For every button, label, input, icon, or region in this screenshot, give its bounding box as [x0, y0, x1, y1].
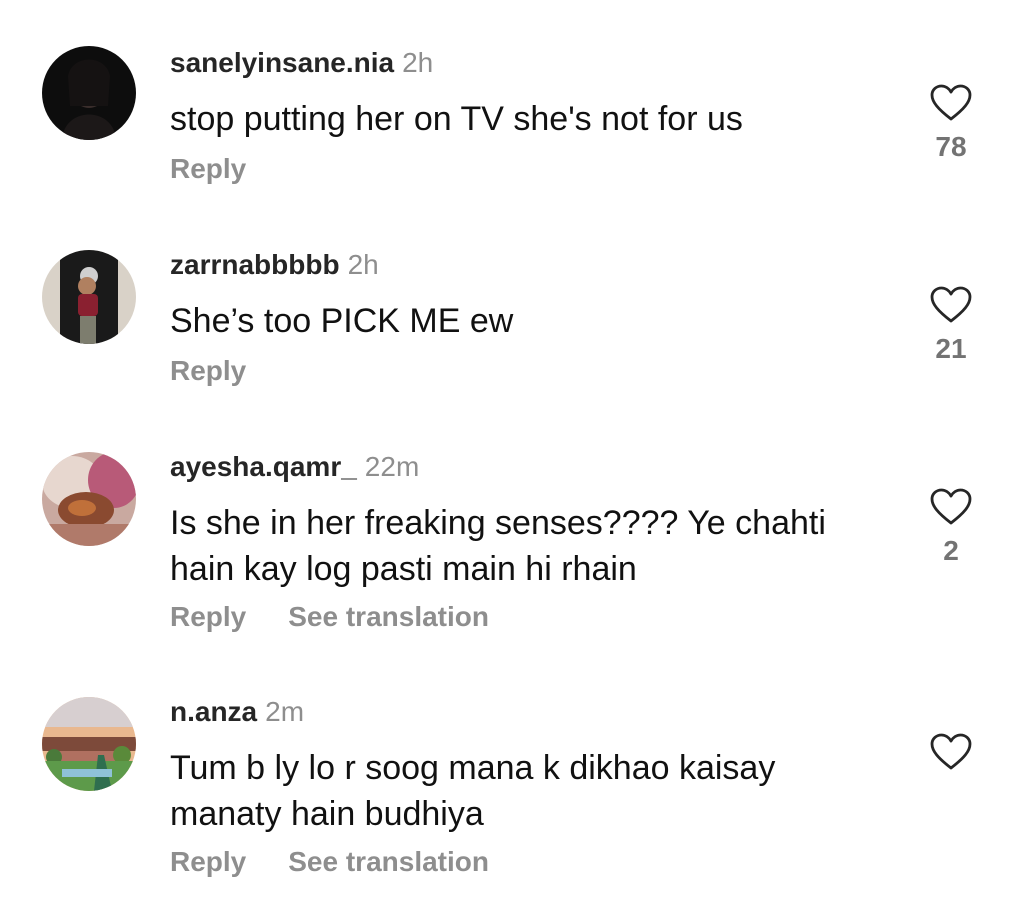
timestamp: 2h [347, 249, 379, 280]
comment-actions: Reply [170, 152, 246, 186]
timestamp: 2h [402, 47, 434, 78]
username-link[interactable]: ayesha.qamr_ [170, 451, 357, 482]
timestamp: 2m [265, 696, 305, 727]
heart-outline-icon[interactable] [930, 84, 972, 122]
like-control: 78 [930, 84, 972, 162]
comment-actions: Reply See translation [170, 600, 489, 634]
heart-outline-icon[interactable] [930, 488, 972, 526]
avatar[interactable] [42, 452, 136, 546]
comment-header: n.anza 2m [170, 695, 304, 729]
heart-outline-icon[interactable] [930, 733, 972, 771]
comment-text: Tum b ly lo r soog mana k dikhao kaisay … [170, 749, 776, 833]
timestamp: 22m [364, 451, 420, 482]
like-count: 2 [943, 535, 959, 566]
reply-button[interactable]: Reply [170, 355, 246, 386]
comment-header: zarrnabbbbb 2h [170, 248, 379, 282]
like-control [930, 733, 972, 771]
comment-header: sanelyinsane.nia 2h [170, 46, 433, 80]
comment-actions: Reply [170, 354, 246, 388]
like-control: 2 [930, 488, 972, 566]
like-count: 78 [935, 131, 967, 162]
comment-text: She’s too PICK ME ew [170, 302, 514, 340]
comment-text: Is she in her freaking senses???? Ye cha… [170, 504, 826, 588]
comment-text: stop putting her on TV she's not for us [170, 100, 743, 138]
heart-outline-icon[interactable] [930, 286, 972, 324]
username-link[interactable]: n.anza [170, 696, 257, 727]
avatar[interactable] [42, 46, 136, 140]
reply-button[interactable]: Reply [170, 601, 246, 632]
comment-actions: Reply See translation [170, 845, 489, 879]
like-control: 21 [930, 286, 972, 364]
see-translation-button[interactable]: See translation [288, 846, 489, 877]
see-translation-button[interactable]: See translation [288, 601, 489, 632]
avatar[interactable] [42, 697, 136, 791]
reply-button[interactable]: Reply [170, 153, 246, 184]
username-link[interactable]: sanelyinsane.nia [170, 47, 394, 78]
reply-button[interactable]: Reply [170, 846, 246, 877]
avatar[interactable] [42, 250, 136, 344]
comment-header: ayesha.qamr_ 22m [170, 450, 419, 484]
like-count: 21 [935, 333, 967, 364]
username-link[interactable]: zarrnabbbbb [170, 249, 340, 280]
